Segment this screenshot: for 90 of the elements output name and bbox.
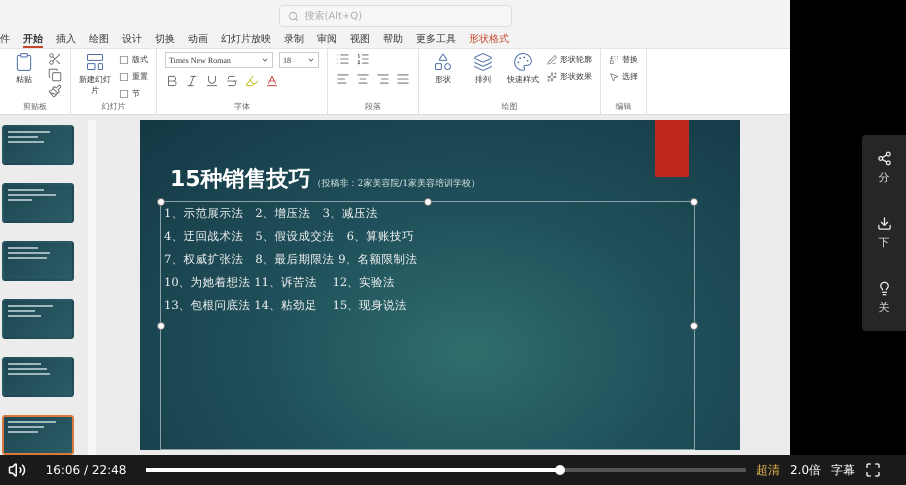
ribbon-tab[interactable]: 更多工具 bbox=[416, 32, 456, 48]
italic-icon[interactable] bbox=[185, 74, 199, 88]
chevron-down-icon bbox=[261, 56, 269, 64]
slide-text-line: 7、权威扩张法 8、最后期限法 9、名额限制法 bbox=[164, 252, 419, 267]
slide-thumbnail[interactable] bbox=[2, 357, 74, 397]
shapes-icon bbox=[433, 52, 453, 72]
group-label: 编辑 bbox=[614, 101, 632, 113]
layers-icon bbox=[473, 52, 493, 72]
paintbrush-icon[interactable] bbox=[48, 84, 62, 98]
resize-handle[interactable] bbox=[157, 198, 165, 206]
underline-icon[interactable] bbox=[205, 74, 219, 88]
playback-time: 16:06 / 22:48 bbox=[44, 463, 128, 477]
chevron-down-icon bbox=[307, 56, 315, 64]
ribbon-button[interactable]: 替换 bbox=[609, 52, 638, 67]
slide-title: 15种销售技巧 bbox=[170, 166, 311, 194]
slide-text-line: 4、迂回战术法 5、假设成交法 6、算账技巧 bbox=[164, 229, 415, 244]
accent-bar bbox=[655, 120, 689, 177]
progress-handle[interactable] bbox=[555, 465, 565, 475]
slide-thumbnail[interactable] bbox=[2, 415, 74, 455]
resize-handle[interactable] bbox=[424, 198, 432, 206]
group-label: 绘图 bbox=[500, 101, 518, 113]
slide-text-line: 1、示范展示法 2、增压法 3、减压法 bbox=[164, 206, 379, 221]
volume-icon[interactable] bbox=[8, 461, 26, 479]
ribbon-button[interactable]: 形状效果 bbox=[547, 69, 592, 84]
speed-button[interactable]: 2.0倍 bbox=[790, 462, 822, 478]
ribbon-button[interactable]: 节 bbox=[119, 86, 148, 101]
bold-icon[interactable] bbox=[165, 74, 179, 88]
resize-handle[interactable] bbox=[157, 322, 165, 330]
slide-thumbnail[interactable] bbox=[2, 183, 74, 223]
ribbon-tab[interactable]: 录制 bbox=[284, 32, 304, 48]
progress-bar[interactable] bbox=[146, 468, 746, 472]
side-panel-button[interactable]: 分 bbox=[876, 150, 892, 185]
slide-thumbnail[interactable] bbox=[2, 299, 74, 339]
scrollbar[interactable] bbox=[88, 120, 96, 455]
search-icon bbox=[288, 10, 298, 22]
ribbon-tab[interactable]: 幻灯片放映 bbox=[221, 32, 271, 48]
font-size-field[interactable]: 18 bbox=[279, 52, 319, 68]
ribbon-button[interactable]: 形状轮廓 bbox=[547, 52, 592, 67]
align-right-icon[interactable] bbox=[376, 72, 390, 86]
group-label: 段落 bbox=[364, 101, 382, 113]
ribbon-tab[interactable]: 设计 bbox=[122, 32, 142, 48]
slide-text-line: 13、包根问底法 14、粘劲足 15、现身说法 bbox=[164, 298, 408, 313]
group-label: 剪贴板 bbox=[22, 101, 48, 113]
pen-icon bbox=[547, 54, 557, 64]
slide-text-line: 10、为她着想法 11、诉苦法 12、实验法 bbox=[164, 275, 396, 290]
ribbon-button[interactable]: 快速样式 bbox=[507, 52, 539, 85]
copy-icon[interactable] bbox=[48, 68, 62, 82]
numbering-icon[interactable] bbox=[356, 52, 370, 66]
ribbon-button[interactable]: 选择 bbox=[609, 69, 638, 84]
ribbon-button[interactable]: 排列 bbox=[467, 52, 499, 85]
ribbon-button[interactable]: 重置 bbox=[119, 69, 148, 84]
group-label: 字体 bbox=[233, 101, 251, 113]
download-icon bbox=[876, 216, 892, 231]
resize-handle[interactable] bbox=[690, 322, 698, 330]
quality-button[interactable]: 超清 bbox=[756, 462, 780, 478]
ribbon-tab[interactable]: 插入 bbox=[56, 32, 76, 48]
align-center-icon[interactable] bbox=[356, 72, 370, 86]
ribbon-tab[interactable]: 帮助 bbox=[383, 32, 403, 48]
share-icon bbox=[876, 150, 892, 166]
side-panel-button[interactable]: 下 bbox=[876, 216, 892, 250]
fullscreen-icon[interactable] bbox=[865, 462, 882, 478]
ribbon-button[interactable]: 粘贴 bbox=[8, 52, 40, 85]
palette-icon bbox=[513, 52, 533, 72]
ribbon-tab[interactable]: 视图 bbox=[350, 32, 370, 48]
strikethrough-icon[interactable] bbox=[225, 74, 239, 88]
ribbon-button[interactable]: 版式 bbox=[119, 52, 148, 67]
ribbon-tab[interactable]: 切换 bbox=[155, 32, 175, 48]
ribbon-tab[interactable]: 绘图 bbox=[89, 32, 109, 48]
ribbon-tab[interactable]: 动画 bbox=[188, 32, 208, 48]
side-panel-button[interactable]: 关 bbox=[876, 281, 892, 316]
clipboard-icon bbox=[14, 52, 34, 72]
pointer-icon bbox=[609, 72, 619, 82]
ribbon-tab[interactable]: 件 bbox=[0, 32, 10, 48]
ribbon-button[interactable]: 形状 bbox=[427, 52, 459, 85]
justify-icon[interactable] bbox=[396, 72, 410, 86]
sparkles-icon bbox=[547, 72, 557, 82]
slide-subtitle: （投稿非：2家美容院/1家美容培训学校） bbox=[312, 178, 480, 191]
ribbon-button[interactable]: 新建幻灯片 bbox=[79, 52, 111, 96]
slide-thumbnail[interactable] bbox=[2, 125, 74, 165]
font-color-icon[interactable] bbox=[265, 74, 279, 88]
ribbon-tab[interactable]: 形状格式 bbox=[469, 32, 509, 48]
cut-icon[interactable] bbox=[48, 52, 62, 66]
resize-handle[interactable] bbox=[690, 198, 698, 206]
text-box[interactable]: 1、示范展示法 2、增压法 3、减压法 4、迂回战术法 5、假设成交法 6、算账技巧 7、权威扩张法 8、最后期限法 9、名额限制法 10、为她着想法 11、诉苦法 12、实验法 13、包根问底法 14、粘劲足 15、现身说法 bbox=[160, 201, 695, 450]
ribbon-tab[interactable]: 审阅 bbox=[317, 32, 337, 48]
align-left-icon[interactable] bbox=[336, 72, 350, 86]
group-label: 幻灯片 bbox=[100, 101, 126, 113]
subtitles-button[interactable]: 字幕 bbox=[831, 462, 856, 478]
font-field[interactable]: Times New Roman bbox=[165, 52, 273, 68]
slide-thumbnail[interactable] bbox=[2, 241, 74, 281]
